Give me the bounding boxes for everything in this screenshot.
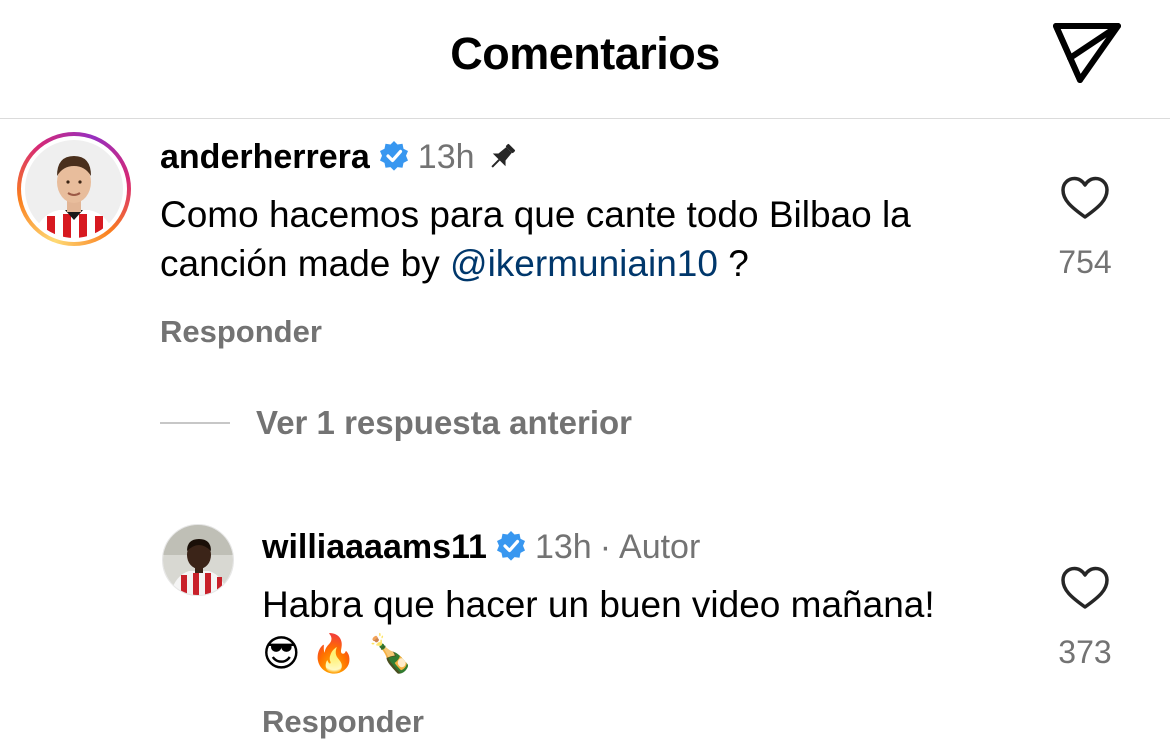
avatar: [25, 140, 123, 238]
like-count: 754: [1058, 244, 1112, 280]
reply-time: 13h: [534, 528, 592, 566]
reply-header: williaaaams11 13h · Autor: [262, 528, 700, 567]
pin-icon: [490, 143, 515, 168]
view-replies-button[interactable]: Ver 1 respuesta anterior: [160, 404, 632, 442]
paper-plane-icon: [1053, 23, 1121, 83]
verified-badge-icon: [496, 531, 525, 561]
heart-icon[interactable]: [1060, 176, 1110, 220]
avatar[interactable]: [162, 524, 234, 596]
avatar-story-ring[interactable]: [17, 132, 131, 246]
comment-username[interactable]: anderherrera: [160, 138, 370, 176]
reply-text: Habra que hacer un buen video mañana! 😎 …: [262, 584, 935, 674]
share-button[interactable]: [1052, 22, 1122, 84]
header: Comentarios: [0, 0, 1170, 119]
like-count: 373: [1058, 634, 1112, 670]
author-badge: Autor: [619, 528, 701, 566]
comment-text: Como hacemos para que cante todo Bilbao …: [160, 190, 1020, 288]
comment-time: 13h: [417, 138, 475, 176]
heart-icon[interactable]: [1060, 566, 1110, 610]
like-area: 373: [1045, 566, 1125, 671]
reply-button[interactable]: Responder: [160, 314, 322, 350]
meta-separator: ·: [599, 528, 612, 566]
comments-screen: Comentarios anderherrera 13h Como hacemo…: [0, 0, 1170, 751]
reply-button[interactable]: Responder: [262, 704, 424, 740]
reply-username[interactable]: williaaaams11: [262, 528, 487, 566]
comment-header: anderherrera 13h: [160, 138, 519, 177]
verified-badge-icon: [379, 141, 408, 171]
divider-line: [160, 422, 230, 424]
like-area: 754: [1045, 176, 1125, 281]
view-replies-label: Ver 1 respuesta anterior: [256, 404, 633, 441]
mention-link[interactable]: @ikermuniain10: [450, 243, 718, 284]
comment-text-tail: ?: [717, 243, 749, 284]
page-title: Comentarios: [450, 28, 720, 79]
